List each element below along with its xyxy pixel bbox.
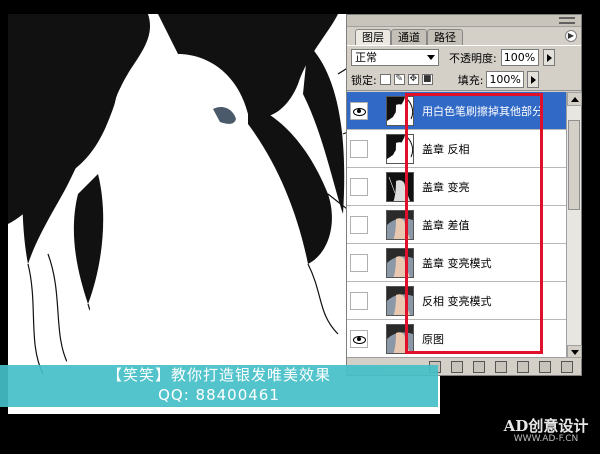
fill-label: 填充: bbox=[457, 73, 484, 87]
layer-thumbnail[interactable] bbox=[386, 209, 414, 240]
banner-title: 【笑笑】教你打造银发唯美效果 bbox=[106, 366, 331, 384]
chevron-down-icon bbox=[427, 55, 435, 60]
lock-fill-row: 锁定: ✎ ✥ ■ 填充: 100% bbox=[347, 69, 581, 91]
fill-slider-button[interactable] bbox=[527, 71, 540, 88]
panel-collapse-icon[interactable] bbox=[559, 17, 575, 24]
layer-thumbnail[interactable] bbox=[386, 285, 414, 316]
visibility-eye-icon[interactable] bbox=[350, 215, 368, 234]
layer-thumbnail[interactable] bbox=[386, 247, 414, 278]
panel-tabs: 图层 通道 路径 ▶ bbox=[347, 27, 581, 45]
layer-name[interactable]: 原图 bbox=[422, 331, 444, 347]
layers-panel: 图层 通道 路径 ▶ 正常 不透明度: 100% 锁定: ✎ ✥ ■ 填充: 1… bbox=[346, 14, 582, 376]
site-watermark: AD创意设计 WWW.AD-F.CN bbox=[498, 418, 594, 448]
adjustment-layer-icon[interactable] bbox=[495, 360, 507, 373]
layer-link-slot[interactable] bbox=[370, 178, 384, 196]
layer-name[interactable]: 盖章 变亮 bbox=[422, 179, 470, 195]
blend-mode-value: 正常 bbox=[355, 51, 377, 64]
scroll-up-icon[interactable] bbox=[567, 92, 582, 106]
visibility-eye-icon[interactable] bbox=[350, 291, 368, 310]
watermark-url: WWW.AD-F.CN bbox=[513, 434, 579, 444]
layer-thumbnail[interactable] bbox=[386, 95, 414, 126]
blend-mode-select[interactable]: 正常 bbox=[351, 49, 439, 66]
layer-name[interactable]: 用白色笔刷擦掉其他部分 bbox=[422, 103, 543, 119]
lock-paint-icon[interactable]: ✎ bbox=[393, 74, 405, 85]
lock-all-icon[interactable]: ■ bbox=[421, 74, 433, 85]
opacity-input[interactable]: 100% bbox=[500, 49, 539, 66]
layer-thumbnail[interactable] bbox=[386, 323, 414, 354]
new-layer-icon[interactable] bbox=[539, 360, 551, 373]
layer-link-slot[interactable] bbox=[370, 254, 384, 272]
new-group-icon[interactable] bbox=[517, 360, 529, 373]
layer-link-slot[interactable] bbox=[370, 216, 384, 234]
layer-row[interactable]: 盖章 差值 bbox=[347, 206, 567, 244]
layer-list: 用白色笔刷擦掉其他部分 盖章 反相盖章 变亮盖章 差值盖章 变亮模式 反相 变亮模式… bbox=[347, 92, 567, 359]
layer-row[interactable]: 盖章 变亮 bbox=[347, 168, 567, 206]
layer-name[interactable]: 盖章 差值 bbox=[422, 217, 470, 233]
panel-menu-icon[interactable]: ▶ bbox=[565, 30, 577, 42]
watermark-logo: AD创意设计 bbox=[503, 417, 589, 435]
layer-link-slot[interactable] bbox=[370, 102, 384, 120]
layer-row[interactable]: 盖章 变亮模式 bbox=[347, 244, 567, 282]
fill-input[interactable]: 100% bbox=[486, 71, 525, 88]
layer-thumbnail[interactable] bbox=[386, 171, 414, 202]
layer-link-slot[interactable] bbox=[370, 140, 384, 158]
layer-row[interactable]: 反相 变亮模式 bbox=[347, 282, 567, 320]
delete-layer-icon[interactable] bbox=[561, 360, 573, 373]
caption-banner: 【笑笑】教你打造银发唯美效果 QQ: 88400461 bbox=[0, 365, 438, 407]
layer-name[interactable]: 反相 变亮模式 bbox=[422, 293, 492, 309]
layer-row[interactable]: 原图 bbox=[347, 320, 567, 358]
scroll-thumb[interactable] bbox=[568, 120, 580, 210]
visibility-eye-icon[interactable] bbox=[350, 139, 368, 158]
layer-style-icon[interactable] bbox=[451, 360, 463, 373]
visibility-eye-icon[interactable] bbox=[350, 329, 368, 348]
layer-list-scrollbar[interactable] bbox=[566, 92, 582, 359]
visibility-eye-icon[interactable] bbox=[350, 253, 368, 272]
tab-layers[interactable]: 图层 bbox=[355, 29, 391, 45]
layer-row[interactable]: 用白色笔刷擦掉其他部分 bbox=[347, 92, 567, 130]
tab-paths[interactable]: 路径 bbox=[427, 29, 463, 45]
lock-label: 锁定: bbox=[351, 73, 377, 87]
blend-opacity-row: 正常 不透明度: 100% bbox=[347, 45, 581, 69]
layer-link-slot[interactable] bbox=[370, 330, 384, 348]
banner-contact: QQ: 88400461 bbox=[158, 386, 280, 404]
layer-link-slot[interactable] bbox=[370, 292, 384, 310]
layer-name[interactable]: 盖章 变亮模式 bbox=[422, 255, 492, 271]
add-mask-icon[interactable] bbox=[473, 360, 485, 373]
opacity-slider-button[interactable] bbox=[542, 49, 555, 66]
layer-thumbnail[interactable] bbox=[386, 133, 414, 164]
layer-row[interactable]: 盖章 反相 bbox=[347, 130, 567, 168]
panel-titlebar[interactable] bbox=[347, 15, 581, 27]
visibility-eye-icon[interactable] bbox=[350, 177, 368, 196]
tab-channels[interactable]: 通道 bbox=[391, 29, 427, 45]
layer-name[interactable]: 盖章 反相 bbox=[422, 141, 470, 157]
lock-move-icon[interactable]: ✥ bbox=[407, 74, 419, 85]
visibility-eye-icon[interactable] bbox=[350, 101, 368, 120]
opacity-label: 不透明度: bbox=[449, 51, 497, 65]
lock-transparency-icon[interactable] bbox=[379, 74, 391, 85]
